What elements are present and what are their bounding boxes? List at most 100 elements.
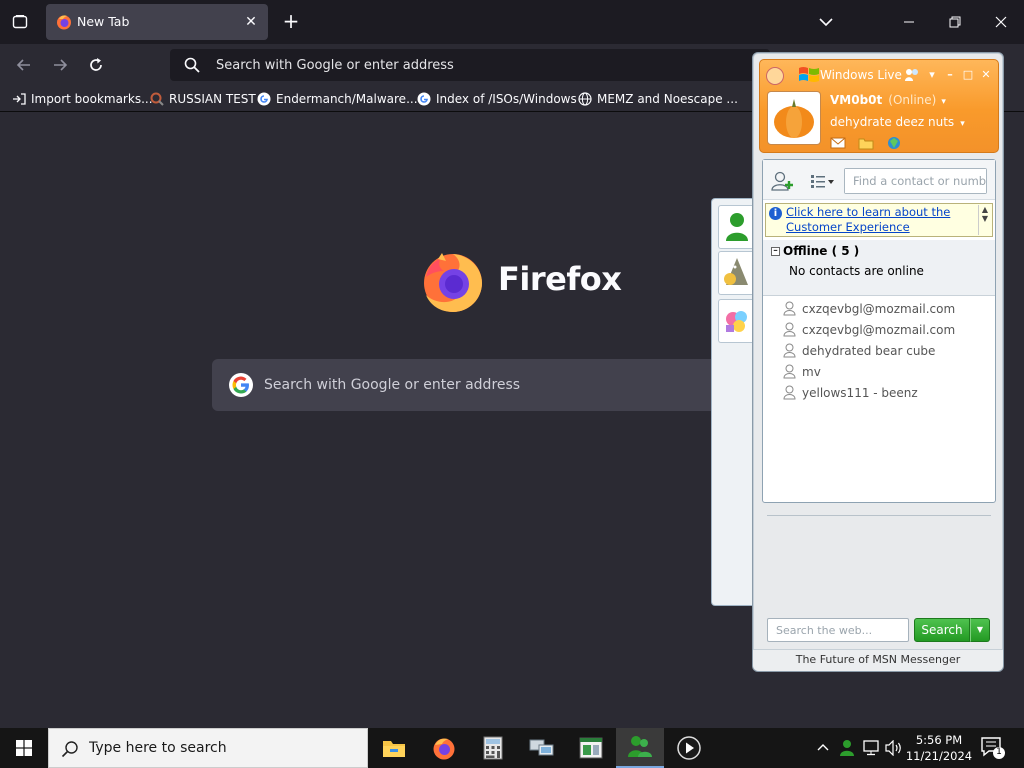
bookmark-russian-test[interactable]: RUSSIAN TEST <box>150 90 256 108</box>
bookmark-endermanch[interactable]: Endermanch/Malware... <box>257 90 418 108</box>
tray-volume[interactable] <box>884 738 904 758</box>
list-item[interactable]: yellows111 - beenz <box>763 382 995 403</box>
msn-logo-icon[interactable] <box>904 68 920 82</box>
mail-icon[interactable] <box>830 136 846 150</box>
bookmark-memz[interactable]: MEMZ and Noescape ... <box>578 90 738 108</box>
contact-view-menu-icon[interactable] <box>809 172 835 190</box>
taskbar-calculator[interactable] <box>469 728 517 768</box>
tray-messenger[interactable] <box>837 738 857 758</box>
list-all-tabs-button[interactable] <box>816 12 836 32</box>
address-bar[interactable] <box>170 49 770 81</box>
close-icon <box>995 16 1007 28</box>
no-online-contacts-text: No contacts are online <box>789 264 924 278</box>
minimize-icon <box>904 21 914 23</box>
speaker-icon <box>885 740 901 756</box>
folder-icon[interactable] <box>858 136 874 150</box>
list-item[interactable]: mv <box>763 361 995 382</box>
firefox-icon <box>433 738 455 760</box>
import-icon <box>13 93 26 105</box>
info-icon: i <box>769 207 782 220</box>
list-item[interactable]: cxzqevbgl@mozmail.com <box>763 319 995 340</box>
avatar[interactable] <box>768 92 820 144</box>
online-status: (Online) <box>888 93 937 107</box>
windows-flag-icon <box>799 67 819 82</box>
taskbar-messenger[interactable] <box>616 728 664 768</box>
taskbar-network-app[interactable] <box>518 728 566 768</box>
banner-scroll-control[interactable]: ▲ ▼ <box>978 205 991 235</box>
taskbar-media-player[interactable] <box>665 728 713 768</box>
display-name[interactable]: VM0b0t (Online) ▾ <box>830 93 946 107</box>
close-icon[interactable]: ✕ <box>980 68 992 82</box>
offline-group: – Offline ( 5 ) No contacts are online <box>763 240 995 296</box>
arrow-left-icon <box>16 59 30 71</box>
close-window-button[interactable] <box>978 8 1024 36</box>
find-contact-input[interactable] <box>845 169 986 193</box>
messenger-title: Windows Live <box>820 68 902 82</box>
customer-experience-banner: i Click here to learn about the Customer… <box>765 203 993 237</box>
firefox-wordmark: Firefox <box>498 260 622 298</box>
back-button[interactable] <box>12 53 36 77</box>
address-input[interactable] <box>216 49 756 81</box>
list-item[interactable]: dehydrated bear cube <box>763 340 995 361</box>
firefox-favicon-icon <box>57 15 71 30</box>
web-search-input[interactable] <box>768 619 908 641</box>
minimize-button[interactable] <box>886 8 932 36</box>
globe-icon <box>578 92 592 106</box>
calculator-icon <box>483 736 503 760</box>
google-favicon-icon <box>257 92 271 106</box>
web-search-field[interactable] <box>767 618 909 642</box>
messenger-status-icon[interactable] <box>766 67 784 85</box>
customer-experience-link[interactable]: Click here to learn about the Customer E… <box>786 205 966 235</box>
magnifier-favicon-icon <box>150 92 164 106</box>
minimize-icon[interactable]: – <box>944 68 956 82</box>
header-icon-row <box>830 136 902 150</box>
tab-strip: New Tab ✕ + <box>0 0 1024 44</box>
notification-center-button[interactable]: 1 <box>980 736 1006 760</box>
restore-button[interactable] <box>932 8 978 36</box>
list-item[interactable]: cxzqevbgl@mozmail.com <box>763 298 995 319</box>
play-icon <box>677 736 701 760</box>
contact-toolbar <box>763 160 995 200</box>
add-contact-icon[interactable] <box>771 171 797 191</box>
show-hidden-icons-button[interactable] <box>813 738 833 758</box>
collapse-icon[interactable]: – <box>771 246 780 256</box>
search-icon <box>184 57 200 73</box>
group-header[interactable]: – Offline ( 5 ) <box>771 244 859 258</box>
sidebar-tab-games[interactable] <box>718 299 754 343</box>
tray-network[interactable] <box>861 738 881 758</box>
web-search-button[interactable]: Search <box>914 618 970 642</box>
firefox-view-button[interactable] <box>8 10 32 34</box>
maximize-icon[interactable]: □ <box>962 68 974 82</box>
start-button[interactable] <box>0 728 48 768</box>
offline-contact-icon <box>783 343 796 358</box>
divider <box>767 515 991 516</box>
taskbar-search[interactable] <box>48 728 368 768</box>
taskbar-search-input[interactable] <box>89 729 359 767</box>
find-contact-field[interactable] <box>844 168 987 194</box>
window-app-icon <box>579 737 603 759</box>
newtab-search-input[interactable] <box>264 359 764 411</box>
taskbar-file-explorer[interactable] <box>370 728 418 768</box>
reload-button[interactable] <box>84 53 108 77</box>
bookmark-index-isos[interactable]: Index of /ISOs/Windows <box>417 90 577 108</box>
close-tab-icon[interactable]: ✕ <box>242 13 260 31</box>
bookmark-import[interactable]: Import bookmarks... <box>12 90 153 108</box>
search-options-dropdown[interactable]: ▼ <box>970 618 990 642</box>
clock-date: 11/21/2024 <box>905 749 973 763</box>
new-tab-button[interactable]: + <box>280 11 302 33</box>
forward-button[interactable] <box>48 53 72 77</box>
tab-new-tab[interactable]: New Tab ✕ <box>46 4 268 40</box>
taskbar-clock[interactable]: 5:56 PM 11/21/2024 <box>904 732 974 764</box>
contact-list-panel: i Click here to learn about the Customer… <box>762 159 996 503</box>
messenger-footer: The Future of MSN Messenger <box>753 649 1003 671</box>
msn-spaces-icon[interactable] <box>886 136 902 150</box>
restore-icon <box>949 16 961 28</box>
clock-time: 5:56 PM <box>915 733 963 747</box>
sidebar-tab-contacts[interactable] <box>718 205 754 249</box>
personal-message[interactable]: dehydrate deez nuts ▾ <box>830 115 965 129</box>
menu-chevron-icon[interactable]: ▾ <box>926 68 938 82</box>
sidebar-tab-wizard[interactable] <box>718 251 754 295</box>
taskbar-firefox[interactable] <box>420 728 468 768</box>
wizard-hat-icon <box>723 258 748 285</box>
taskbar-task-manager[interactable] <box>567 728 615 768</box>
